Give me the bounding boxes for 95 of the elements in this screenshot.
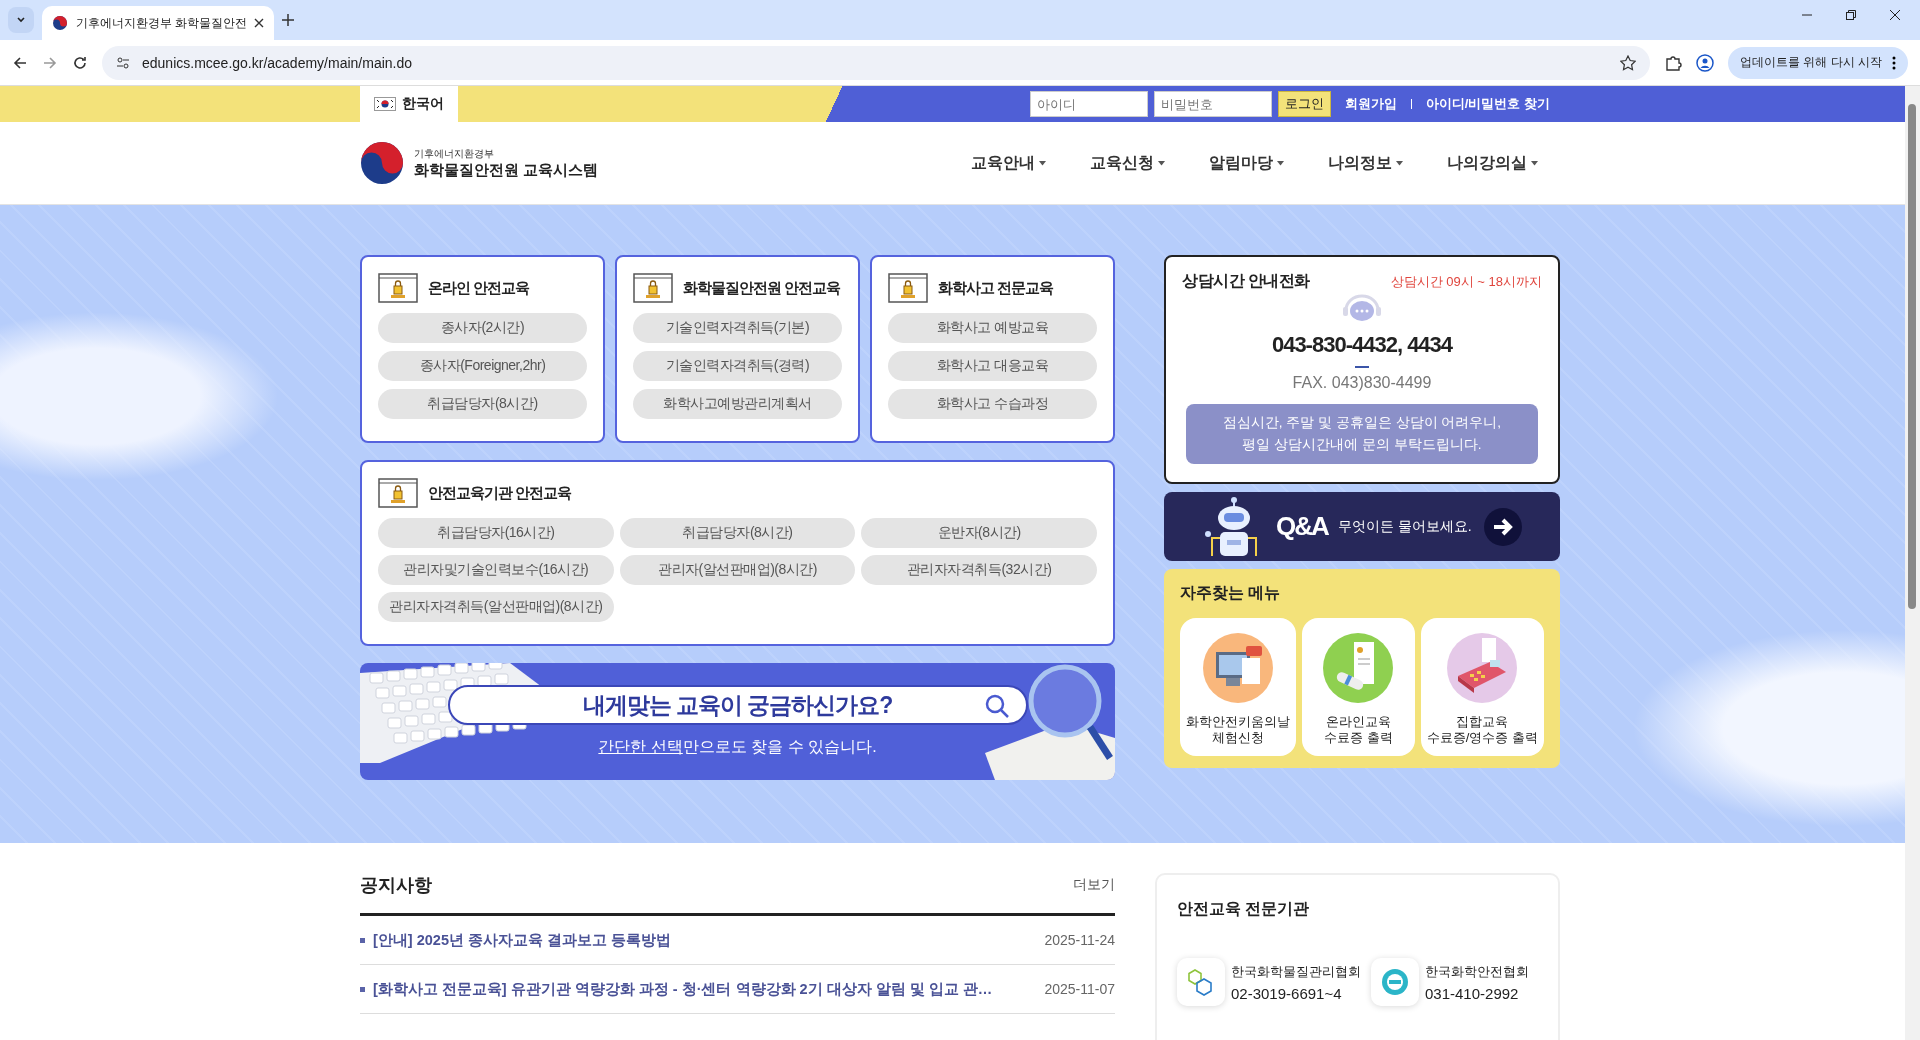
notices-title: 공지사항 [360, 874, 432, 897]
emblem-icon [52, 15, 68, 31]
lock-window-icon [633, 273, 673, 303]
ministry-name: 기후에너지환경부 [414, 146, 495, 161]
url-text: edunics.mcee.go.kr/academy/main/main.do [142, 54, 414, 71]
star-icon[interactable] [1620, 54, 1636, 71]
caret-icon [1396, 160, 1403, 166]
course-button[interactable]: 취급담당자(8시간) [378, 389, 587, 419]
search-field[interactable]: 내게맞는 교육이 궁금하신가요? [447, 685, 1028, 725]
fax-number: FAX. 043)830-4499 [1292, 374, 1432, 392]
site-title[interactable]: 화학물질안전원 교육시스템 [414, 160, 599, 180]
scrollbar-thumb[interactable] [1908, 104, 1916, 609]
caret-icon [1277, 160, 1284, 166]
new-tab-icon[interactable] [282, 14, 294, 26]
more-icon [1892, 55, 1896, 70]
profile-icon[interactable] [1696, 53, 1714, 72]
quick-menu-tile[interactable]: 온라인교육 수료증 출력 [1302, 618, 1415, 756]
browser-tab[interactable]: 기후에너지환경부 화학물질안전 [42, 6, 274, 40]
agency-logo[interactable] [1177, 958, 1225, 1006]
agency-phone: 031-410-2992 [1425, 984, 1520, 1002]
course-button[interactable]: 관리자(알선판매업)(8시간) [619, 555, 856, 585]
card-title: 화학사고 전문교육 [938, 278, 1054, 298]
course-button[interactable]: 기술인력자격취득(경력) [633, 351, 842, 381]
emblem-logo-icon [360, 141, 404, 185]
course-button[interactable]: 화학사고 대응교육 [888, 351, 1097, 381]
login-button[interactable]: 로그인 [1277, 91, 1331, 117]
course-button[interactable]: 종사자(2시간) [378, 313, 587, 343]
language-selector[interactable]: 한국어 [360, 86, 458, 122]
lock-window-icon [888, 273, 928, 303]
notice-date: 2025-11-24 [1044, 932, 1115, 948]
quick-menu-tile[interactable]: 집합교육 수료증/영수증 출력 [1420, 618, 1544, 756]
more-link[interactable]: 더보기 [1073, 876, 1115, 894]
phone-number: 043-830-4432, 4434 [1271, 332, 1453, 358]
nav-menu-item[interactable]: 나의강의실 [1441, 151, 1544, 175]
nav-menu-item[interactable]: 알림마당 [1203, 151, 1290, 175]
nav-menu-item[interactable]: 교육안내 [965, 151, 1052, 175]
course-button[interactable]: 화학사고 예방교육 [888, 313, 1097, 343]
search-icon[interactable] [983, 693, 1010, 719]
hint-link[interactable]: 간단한 선택 [598, 738, 683, 755]
bullet-icon [360, 937, 365, 943]
reload-icon[interactable] [72, 54, 88, 71]
lock-window-icon [378, 273, 418, 303]
bullet-icon [360, 986, 365, 992]
top-link[interactable]: 아이디/비밀번호 찾기 [1425, 95, 1550, 113]
caret-icon [1039, 160, 1046, 166]
tab-list-button[interactable] [8, 7, 34, 33]
course-button[interactable]: 취급담당자(8시간) [619, 518, 856, 548]
circle-logo-icon [1380, 967, 1410, 997]
caret-icon [16, 15, 26, 25]
notice-date: 2025-11-07 [1044, 981, 1115, 997]
course-button[interactable]: 운반자(8시간) [861, 518, 1097, 548]
lock-window-icon [378, 478, 418, 508]
notice-text: 평일 상담시간내에 문의 부탁드립니다. [1242, 436, 1482, 454]
back-icon[interactable] [12, 54, 28, 71]
consult-hours: 상담시간 09시 ~ 18시까지 [1390, 272, 1542, 291]
search-hint: 간단한 선택만으로도 찾을 수 있습니다. [598, 737, 877, 757]
course-button[interactable]: 기술인력자격취득(기본) [633, 313, 842, 343]
quick-menu-title: 자주찾는 메뉴 [1180, 583, 1282, 603]
agency-name: 한국화학물질관리협회 [1231, 962, 1361, 981]
address-bar[interactable]: edunics.mcee.go.kr/academy/main/main.do [102, 45, 1650, 80]
course-button[interactable]: 종사자(Foreigner,2hr) [378, 351, 587, 381]
qna-banner[interactable]: Q&A 무엇이든 물어보세요. [1164, 492, 1560, 561]
computer-drawing [1202, 632, 1274, 704]
notice-link[interactable]: [안내] 2025년 종사자교육 결과보고 등록방법 [373, 930, 1037, 950]
course-button[interactable]: 관리자자격취득(알선판매업)(8시간) [378, 592, 614, 622]
agency-phone: 02-3019-6691~4 [1231, 984, 1343, 1002]
notice-link[interactable]: [화학사고 전문교육] 유관기관 역량강화 과정 - 청·센터 역량강화 2기 대상자 알림 및 입교 관… [373, 979, 1037, 999]
course-button[interactable]: 화학사고예방관리계획서 [633, 389, 842, 419]
puzzle-icon[interactable] [1664, 53, 1682, 72]
agency-name: 한국화학안전협회 [1425, 962, 1529, 981]
course-button[interactable]: 관리자자격취득(32시간) [861, 555, 1097, 585]
consult-title: 상담시간 안내전화 [1182, 271, 1310, 291]
course-button[interactable]: 관리자및기술인력보수(16시간) [378, 555, 614, 585]
forward-icon[interactable] [42, 54, 58, 71]
course-button[interactable]: 취급담당자(16시간) [378, 518, 614, 548]
caret-icon [1158, 160, 1165, 166]
nav-menu-item[interactable]: 나의정보 [1322, 151, 1409, 175]
site-settings-icon[interactable] [116, 55, 130, 70]
id-field[interactable]: 아이디 [1029, 91, 1148, 117]
course-button[interactable]: 화학사고 수습과정 [888, 389, 1097, 419]
quick-menu-tile[interactable]: 화학안전키움의날 체험신청 [1180, 618, 1296, 756]
nav-menu-item[interactable]: 교육신청 [1084, 151, 1171, 175]
card-title: 온라인 안전교육 [428, 278, 530, 298]
card-title: 화학물질안전원 안전교육 [683, 278, 841, 298]
flag-icon [374, 97, 396, 111]
card-title: 안전교육기관 안전교육 [428, 483, 572, 503]
restore-icon[interactable] [1846, 10, 1856, 20]
password-field[interactable]: 비밀번호 [1153, 91, 1272, 117]
caret-icon [1531, 160, 1538, 166]
top-link[interactable]: 회원가입 [1344, 95, 1397, 113]
update-button[interactable]: 업데이트를 위해 다시 시작 [1728, 46, 1908, 79]
notice-text: 점심시간, 주말 및 공휴일은 상담이 어려우니, [1222, 414, 1502, 432]
close-icon[interactable] [1890, 10, 1900, 20]
agency-title: 안전교육 전문기관 [1177, 900, 1310, 917]
close-icon[interactable] [254, 18, 264, 28]
